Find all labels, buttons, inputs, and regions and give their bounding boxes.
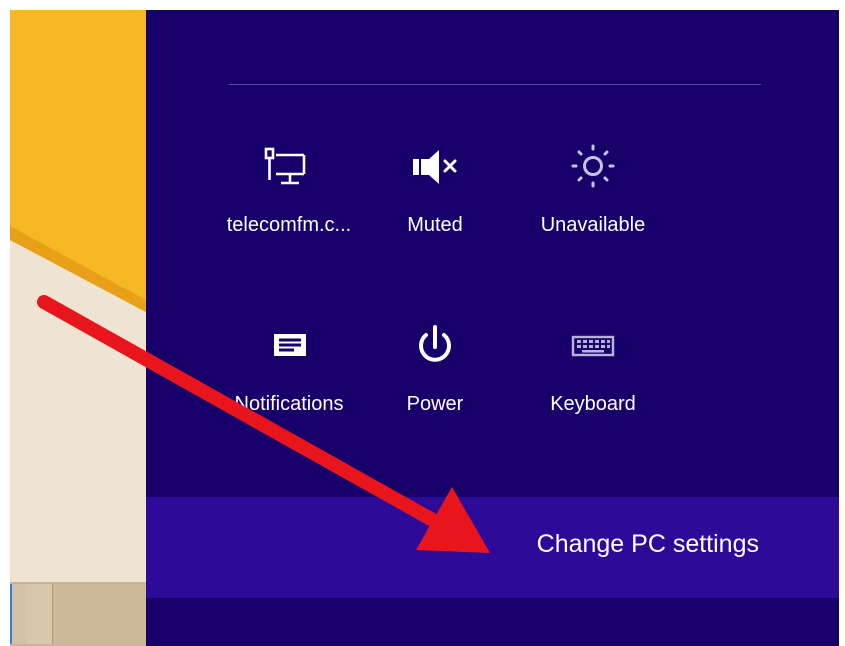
volume-tile[interactable]: Muted [360,140,510,260]
divider [229,84,761,85]
settings-charm-panel: telecomfm.c... Muted Unavailable Notific… [146,10,839,646]
brightness-tile[interactable]: Unavailable [518,140,668,260]
speaker-muted-icon [400,140,470,210]
brightness-label: Unavailable [540,214,646,236]
taskbar-button[interactable] [10,584,27,644]
keyboard-label: Keyboard [550,393,636,415]
network-tile[interactable]: telecomfm.c... [214,140,364,260]
brightness-icon [558,140,628,210]
taskbar-button[interactable] [54,584,146,644]
yellow-start-tile [10,10,146,312]
taskbar [10,582,146,646]
volume-label: Muted [407,214,463,236]
notifications-label: Notifications [234,393,344,415]
network-icon [254,140,324,210]
power-icon [400,319,470,389]
power-tile[interactable]: Power [360,319,510,439]
network-label: telecomfm.c... [226,214,352,236]
change-pc-settings-label: Change PC settings [536,530,759,558]
power-label: Power [406,393,464,415]
change-pc-settings-button[interactable]: Change PC settings [146,497,839,598]
notifications-tile[interactable]: Notifications [214,319,364,439]
desktop-background [10,10,146,646]
taskbar-button[interactable] [26,584,53,644]
notifications-icon [254,319,324,389]
keyboard-tile[interactable]: Keyboard [518,319,668,439]
keyboard-icon [558,319,628,389]
